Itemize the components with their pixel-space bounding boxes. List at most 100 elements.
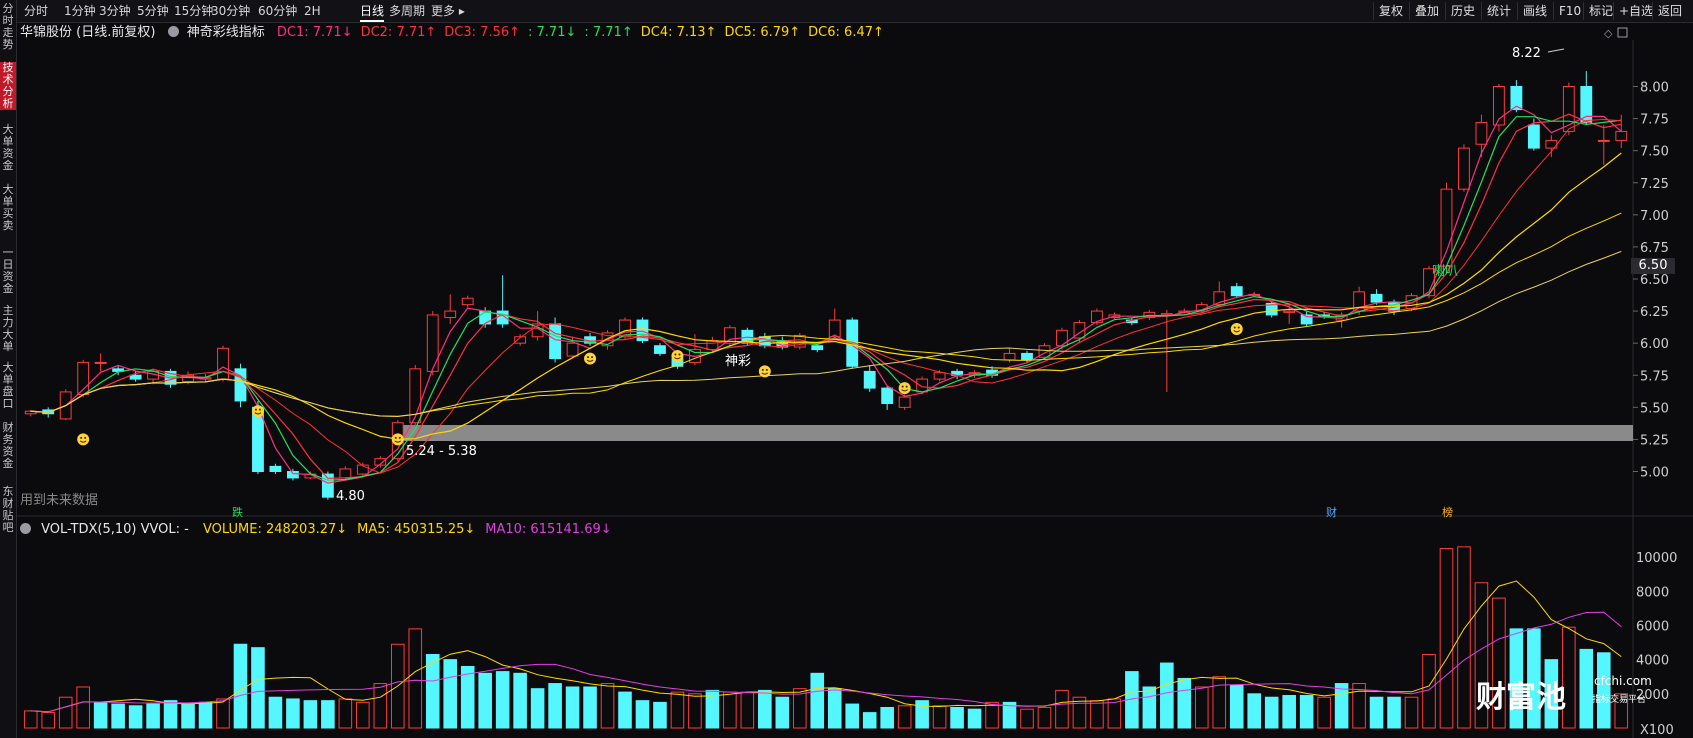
watermark-logo: 财富池 cfchi.com 指标交易平台 [1476, 672, 1652, 716]
smiley-eye [591, 356, 594, 359]
smiley-eye [765, 368, 768, 371]
smiley-eye [398, 436, 401, 439]
candle-body [1230, 286, 1243, 297]
cai-marker: 财 [1326, 505, 1337, 519]
volume-bar [1247, 693, 1262, 729]
candle-body [1597, 139, 1610, 142]
volume-bar [513, 672, 527, 729]
candle-body [1527, 124, 1540, 149]
candle-body [863, 370, 876, 389]
candle-body [217, 347, 229, 380]
candle-body [426, 314, 439, 372]
volume-bar [845, 703, 860, 729]
volume-bar [1579, 648, 1594, 729]
volume-bar [1229, 684, 1244, 729]
price-tick-label: 5.25 [1640, 433, 1669, 448]
volume-bar [321, 700, 335, 729]
volume-bar [1596, 652, 1611, 729]
smiley-icon [758, 365, 771, 378]
smiley-eye [901, 385, 904, 388]
volume-bars-group [23, 546, 1629, 729]
candle-body [706, 340, 719, 351]
diamond-icon: ◇ [1604, 27, 1613, 40]
volume-bar [303, 700, 318, 729]
volume-axis-group: 100008000600040002000X100 [1636, 551, 1677, 738]
window-icon [1617, 27, 1628, 38]
volume-bar [111, 703, 125, 729]
volume-bar [1090, 700, 1104, 729]
volume-bar [618, 691, 632, 729]
candle-body [916, 378, 929, 393]
candle-body [1021, 352, 1033, 361]
volume-bar [775, 696, 790, 729]
volume-bar [1317, 696, 1331, 729]
volume-bar [1142, 686, 1157, 729]
candle-body [1056, 329, 1068, 347]
volume-bar [181, 703, 195, 729]
smiley-eye [905, 385, 908, 388]
volume-unit-label: X100 [1640, 723, 1674, 738]
volume-bar [146, 703, 160, 729]
kline-chart[interactable]: 8.00 7.75 7.50 7.25 7.00 6.75 6.50 6.25 6.00 5.75… [0, 0, 1693, 738]
gap-zone-label: 5.24 - 5.38 [406, 444, 477, 459]
smiley-icon [77, 433, 90, 446]
price-tick-label: 7.75 [1640, 113, 1669, 128]
volume-bar [478, 672, 492, 729]
price-tick-label: 8.00 [1640, 81, 1669, 96]
volume-tick-label: 4000 [1636, 654, 1669, 669]
price-tick-label: 7.00 [1640, 209, 1669, 224]
volume-bar [1212, 676, 1227, 729]
price-tick-label: 7.50 [1640, 145, 1669, 160]
smiley-eye [394, 436, 397, 439]
volume-bar [216, 698, 230, 729]
volume-bar [670, 691, 685, 729]
shencai-label: 神彩 [725, 354, 751, 369]
current-price-tag: 6.50 [1631, 258, 1675, 274]
candle-body [129, 374, 142, 380]
smiley-icon [898, 382, 911, 395]
smiley-icon [391, 433, 404, 446]
volume-bar [198, 701, 213, 729]
volume-bar [76, 686, 90, 729]
smiley-eye [80, 436, 83, 439]
volume-bar [233, 643, 248, 729]
volume-bar [373, 683, 388, 729]
volume-ma-group [30, 580, 1622, 713]
candle-body [1405, 295, 1418, 310]
volume-bar [356, 701, 370, 729]
volume-bar [810, 672, 825, 729]
price-tick-label: 6.00 [1640, 337, 1669, 352]
volume-bar [723, 691, 737, 729]
candle-body [94, 361, 107, 364]
volume-bar [1055, 689, 1069, 729]
volume-bar [1334, 683, 1349, 729]
price-tick-label: 6.25 [1640, 305, 1669, 320]
volume-bar [1439, 548, 1454, 729]
volume-bar [740, 691, 755, 729]
volume-tick-label: 8000 [1636, 585, 1669, 600]
smiley-eye [1237, 326, 1240, 329]
candle-body [1615, 130, 1628, 141]
candle-body [566, 342, 579, 357]
watermark-domain: cfchi.com [1594, 674, 1652, 688]
candle-body [881, 387, 894, 404]
volume-bar [443, 659, 458, 729]
low-label: 4.80 [336, 489, 365, 504]
volume-bar [338, 698, 353, 729]
candle-body [339, 468, 352, 479]
volume-bar [880, 706, 894, 729]
candle-body [286, 471, 299, 479]
volume-bar [58, 696, 73, 729]
price-tick-label: 5.75 [1640, 369, 1669, 384]
candle-body [654, 345, 666, 354]
volume-bar [915, 700, 929, 729]
candle-body [1458, 147, 1470, 190]
volume-bar [1177, 677, 1192, 729]
smiley-eye [1233, 326, 1236, 329]
volume-bar [128, 705, 143, 729]
volume-bar [495, 671, 510, 729]
volume-bar [408, 628, 423, 729]
volume-bar [1404, 696, 1419, 729]
volume-bar [1107, 698, 1122, 729]
gap-zone [403, 425, 1633, 441]
